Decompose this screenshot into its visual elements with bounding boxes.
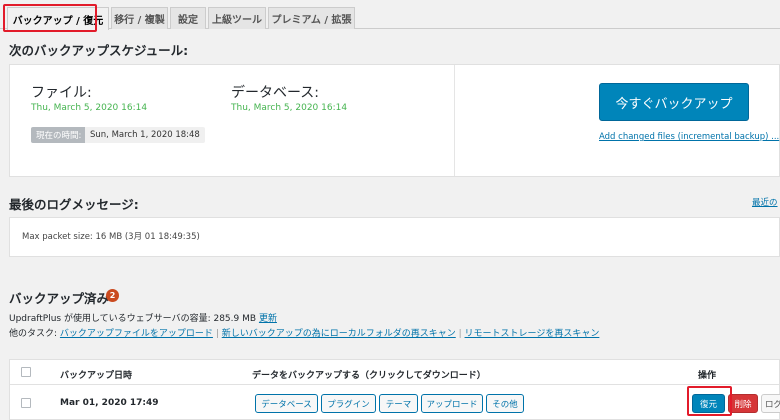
log-message: Max packet size: 16 MB (3月 01 18:49:35) — [22, 232, 200, 242]
tab-premium-extensions[interactable]: プレミアム / 拡張 — [268, 7, 355, 29]
download-uploads-button[interactable]: アップロード — [421, 394, 483, 413]
view-log-button[interactable]: ログ — [761, 394, 780, 413]
current-time-label: 現在の時間: — [31, 127, 87, 143]
col-header-actions: 操作 — [698, 371, 717, 381]
separator: | — [215, 329, 219, 339]
upload-backup-files-link[interactable]: バックアップファイルをアップロード — [60, 329, 213, 339]
database-label: データベース: — [231, 85, 320, 101]
tab-backup-restore[interactable]: バックアップ / 復元 — [7, 7, 109, 30]
backup-date: Mar 01, 2020 17:49 — [60, 398, 159, 408]
rescan-local-folder-link[interactable]: 新しいバックアップの為にローカルフォルダの再スキャン — [222, 329, 456, 339]
tab-migrate-clone[interactable]: 移行 / 複製 — [111, 7, 168, 29]
other-tasks-label: 他のタスク: — [9, 329, 58, 339]
restore-button[interactable]: 復元 — [692, 394, 725, 413]
log-panel: Max packet size: 16 MB (3月 01 18:49:35) — [9, 217, 780, 257]
schedule-panel: ファイル: Thu, March 5, 2020 16:14 データベース: T… — [9, 64, 780, 177]
database-next-date: Thu, March 5, 2020 16:14 — [231, 103, 348, 113]
header-divider — [10, 384, 779, 385]
storage-usage-text: UpdraftPlus が使用しているウェブサーバの容量: 285.9 MB — [9, 314, 257, 324]
latest-log-link[interactable]: 最近の — [752, 196, 778, 208]
incremental-backup-link[interactable]: Add changed files (incremental backup) .… — [599, 132, 779, 142]
current-time-value: Sun, March 1, 2020 18:48 — [85, 127, 205, 143]
separator: | — [458, 329, 462, 339]
col-header-date: バックアップ日時 — [60, 371, 133, 381]
download-plugins-button[interactable]: プラグイン — [321, 394, 376, 413]
log-heading: 最後のログメッセージ: — [9, 197, 139, 212]
tab-settings[interactable]: 設定 — [170, 7, 206, 29]
refresh-link[interactable]: 更新 — [259, 314, 277, 324]
other-tasks-line: 他のタスク: バックアップファイルをアップロード | 新しいバックアップの為にロ… — [9, 326, 599, 339]
rescan-remote-storage-link[interactable]: リモートストレージを再スキャン — [465, 329, 600, 339]
download-themes-button[interactable]: テーマ — [379, 394, 418, 413]
nav-tabs: バックアップ / 復元 移行 / 複製 設定 上級ツール プレミアム / 拡張 — [0, 0, 780, 30]
download-database-button[interactable]: データベース — [255, 394, 318, 413]
download-others-button[interactable]: その他 — [486, 394, 524, 413]
backups-table: バックアップ日時 データをバックアップする（クリックしてダウンロード） 操作 M… — [9, 359, 780, 420]
row-checkbox[interactable] — [21, 398, 31, 408]
col-header-data: データをバックアップする（クリックしてダウンロード） — [252, 371, 486, 381]
backup-count-badge: 2 — [106, 289, 119, 302]
delete-button[interactable]: 削除 — [728, 394, 758, 413]
select-all-checkbox[interactable] — [21, 367, 31, 377]
schedule-heading: 次のバックアップスケジュール: — [9, 43, 189, 58]
files-next-date: Thu, March 5, 2020 16:14 — [31, 103, 148, 113]
storage-usage-line: UpdraftPlus が使用しているウェブサーバの容量: 285.9 MB 更… — [9, 311, 277, 324]
existing-backups-heading: バックアップ済み — [9, 291, 110, 306]
tab-advanced-tools[interactable]: 上級ツール — [208, 7, 266, 29]
files-label: ファイル: — [31, 85, 92, 101]
backup-now-button[interactable]: 今すぐバックアップ — [599, 83, 749, 121]
schedule-divider — [454, 65, 455, 176]
